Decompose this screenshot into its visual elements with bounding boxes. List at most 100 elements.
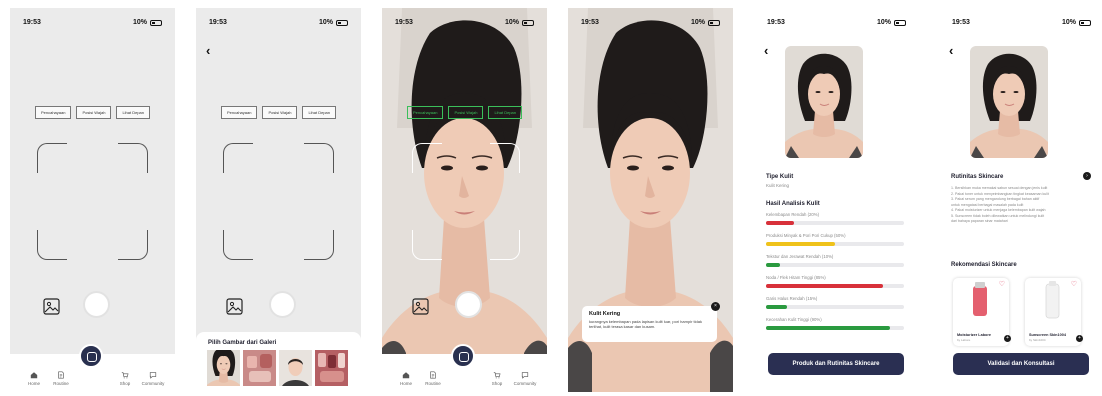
metric-label: Produksi Minyak & Pori Pori Cukup (50%): [766, 233, 846, 238]
battery-indicator: 10%: [505, 19, 534, 26]
chip-face-position: Posisi Wajah: [262, 106, 298, 119]
frame-corner-bottom-left: [412, 230, 442, 260]
metric-bar-fill: [766, 221, 794, 225]
frame-corner-bottom-right: [118, 230, 148, 260]
image-icon[interactable]: [226, 298, 243, 315]
chip-lighting: Pencahayaan: [220, 106, 258, 119]
chip-lighting: Pencahayaan: [406, 106, 444, 119]
validate-consult-button[interactable]: Validasi dan Konsultasi: [953, 353, 1089, 375]
gallery-thumb[interactable]: [243, 350, 276, 386]
status-bar: 19:53 10%: [939, 19, 1102, 29]
shutter-button[interactable]: [269, 291, 296, 318]
camera-preview: [382, 8, 547, 392]
frame-corner-bottom-right: [304, 230, 334, 260]
scan-button[interactable]: [451, 344, 475, 368]
image-icon[interactable]: [43, 298, 60, 315]
scan-button[interactable]: [79, 344, 103, 368]
metric-bar-fill: [766, 263, 780, 267]
results-heading: Hasil Analisis Kulit: [766, 201, 820, 207]
battery-level: 10%: [504, 19, 519, 26]
metric-bar: [766, 284, 904, 288]
metric-bar: [766, 221, 904, 225]
gallery-thumbnails: [207, 350, 348, 386]
frame-corner-top-left: [223, 143, 253, 173]
tab-shop[interactable]: Shop: [482, 371, 512, 386]
chevron-left-icon[interactable]: ‹: [949, 44, 953, 57]
frame-corner-bottom-right: [490, 230, 520, 260]
metric-bar-fill: [766, 242, 835, 246]
status-bar: 19:53 10%: [754, 19, 919, 29]
product-name: Sunscreen Skin1004: [1029, 333, 1066, 337]
heart-icon[interactable]: ♡: [1071, 280, 1077, 288]
chat-icon: [149, 371, 157, 379]
home-icon: [402, 371, 410, 379]
chip-look-front: Lihat Depan: [488, 106, 523, 119]
tab-shop[interactable]: Shop: [110, 371, 140, 386]
status-time: 19:53: [23, 19, 41, 26]
tab-shop-label: Shop: [491, 381, 503, 386]
chevron-left-icon[interactable]: ‹: [206, 44, 210, 57]
chip-lighting: Pencahayaan: [34, 106, 72, 119]
shutter-button[interactable]: [83, 291, 110, 318]
cart-icon: [121, 371, 129, 379]
frame-corner-top-right: [490, 143, 520, 173]
status-bar: 19:53 10%: [10, 19, 175, 29]
cart-icon: [493, 371, 501, 379]
product-name: Moisturizer Labore: [957, 333, 991, 337]
document-icon: [57, 371, 65, 379]
tab-community[interactable]: Community: [510, 371, 540, 386]
tooltip-title: Kulit Kering: [589, 311, 621, 317]
chevron-left-icon[interactable]: ‹: [764, 44, 768, 57]
heart-icon[interactable]: ♡: [999, 280, 1005, 288]
skin-type-value: Kulit Kering: [766, 183, 790, 188]
chip-face-position: Posisi Wajah: [76, 106, 112, 119]
status-bar: 19:53 10%: [382, 19, 547, 29]
capture-guides: Pencahayaan Posisi Wajah Lihat Depan: [196, 106, 361, 119]
metric-bar: [766, 242, 904, 246]
tab-home-label: Home: [27, 381, 40, 386]
gallery-thumb[interactable]: [279, 350, 312, 386]
metric-label: Kelembapan Rendah (20%): [766, 212, 820, 217]
tab-routine-label: Routine: [425, 381, 441, 386]
gallery-thumb[interactable]: [207, 350, 240, 386]
shutter-button[interactable]: [455, 291, 482, 318]
product-card[interactable]: ♡ Sunscreen Skin1004 by Skin1004 +: [1025, 278, 1083, 346]
metric-bar-fill: [766, 284, 884, 288]
status-time: 19:53: [581, 19, 599, 26]
chip-look-front: Lihat Depan: [116, 106, 151, 119]
battery-indicator: 10%: [133, 19, 162, 26]
frame-corner-bottom-left: [37, 230, 67, 260]
tab-community-label: Community: [513, 381, 537, 386]
tab-community[interactable]: Community: [138, 371, 168, 386]
add-icon[interactable]: +: [1076, 335, 1083, 342]
screen-capture: 19:53 10% Pencahayaan Posisi Wajah Lihat…: [10, 8, 175, 392]
metric-bar: [766, 326, 904, 330]
add-icon[interactable]: +: [1004, 335, 1011, 342]
gallery-sheet: Pilih Gambar dari Galeri: [196, 332, 361, 392]
product-card[interactable]: ♡ Moisturizer Labore by Labore +: [953, 278, 1011, 346]
info-icon[interactable]: ›: [1083, 172, 1091, 180]
metric-label: Noda / Flek Hitam Tinggi (85%): [766, 275, 826, 280]
battery-level: 10%: [690, 19, 705, 26]
analysis-photo: [785, 46, 863, 158]
tab-routine[interactable]: Routine: [418, 371, 448, 386]
image-icon[interactable]: [412, 298, 429, 315]
tab-home[interactable]: Home: [19, 371, 49, 386]
gallery-thumb[interactable]: [315, 350, 348, 386]
tab-home[interactable]: Home: [391, 371, 421, 386]
product-brand: by Labore: [957, 338, 971, 342]
bottom-tab-bar: Home Routine Shop Community: [382, 344, 547, 392]
status-time: 19:53: [767, 19, 785, 26]
battery-indicator: 10%: [1062, 19, 1091, 26]
skin-type-heading: Tipe Kulit: [766, 174, 794, 180]
metric-bar-fill: [766, 305, 787, 309]
screen-camera: 19:53 10% Pencahayaan Posisi Wajah Lihat…: [382, 8, 547, 392]
frame-corner-top-left: [412, 143, 442, 173]
frame-corner-top-right: [304, 143, 334, 173]
gallery-sheet-title: Pilih Gambar dari Galeri: [208, 340, 277, 346]
tab-routine[interactable]: Routine: [46, 371, 76, 386]
close-icon[interactable]: ×: [711, 302, 720, 311]
products-routine-button[interactable]: Produk dan Rutinitas Skincare: [768, 353, 904, 375]
battery-icon: [708, 19, 720, 26]
metric-bar: [766, 263, 904, 267]
